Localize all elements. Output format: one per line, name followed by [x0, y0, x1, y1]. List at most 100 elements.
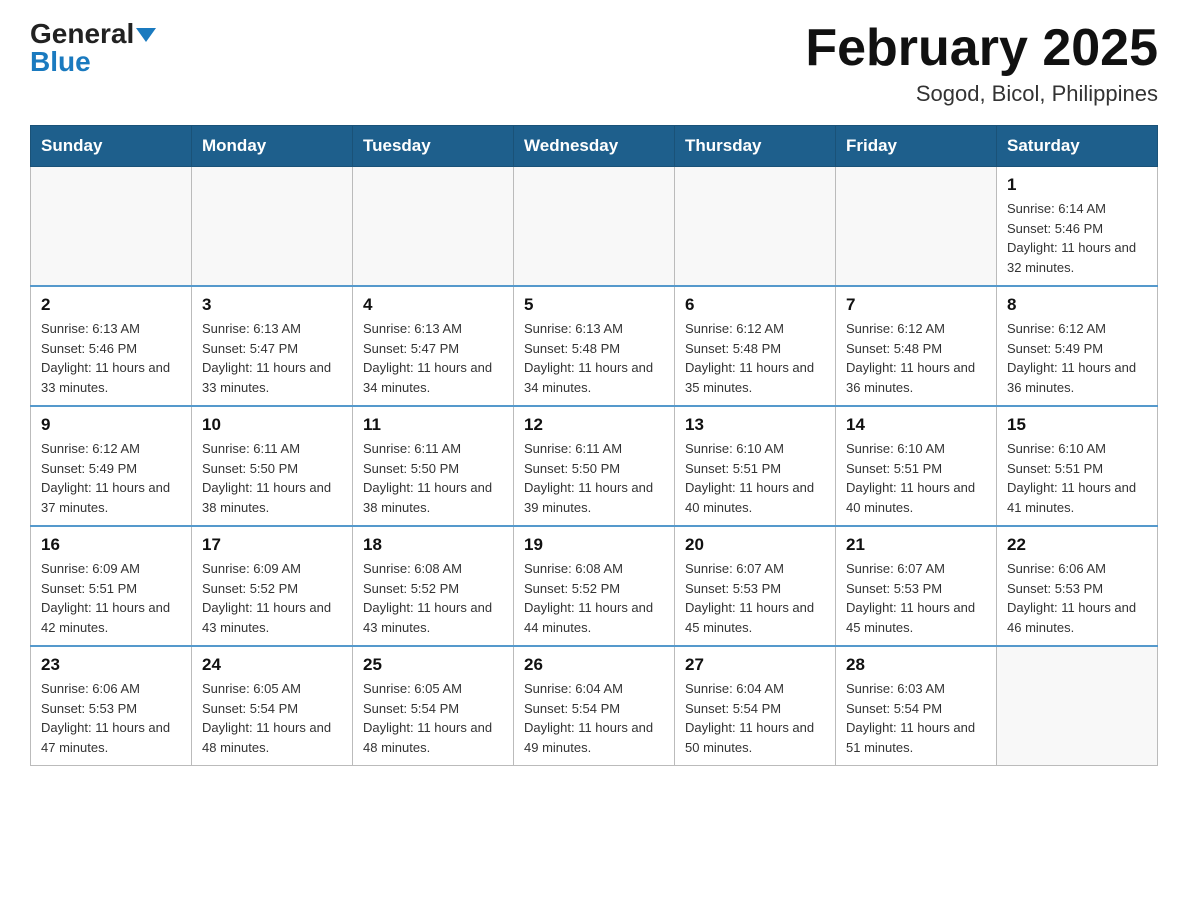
calendar-cell: 1 Sunrise: 6:14 AM Sunset: 5:46 PM Daylig…: [997, 167, 1158, 287]
column-header-thursday: Thursday: [675, 126, 836, 167]
day-info: Sunrise: 6:13 AM Sunset: 5:47 PM Dayligh…: [202, 319, 342, 397]
day-number: 28: [846, 655, 986, 675]
calendar-table: SundayMondayTuesdayWednesdayThursdayFrid…: [30, 125, 1158, 766]
calendar-week-row: 16 Sunrise: 6:09 AM Sunset: 5:51 PM Dayli…: [31, 526, 1158, 646]
calendar-cell: 20 Sunrise: 6:07 AM Sunset: 5:53 PM Dayli…: [675, 526, 836, 646]
calendar-cell: [31, 167, 192, 287]
day-info: Sunrise: 6:04 AM Sunset: 5:54 PM Dayligh…: [524, 679, 664, 757]
day-number: 23: [41, 655, 181, 675]
calendar-cell: 13Sunrise: 6:10 AM Sunset: 5:51 PM Dayli…: [675, 406, 836, 526]
day-info: Sunrise: 6:10 AM Sunset: 5:51 PM Dayligh…: [1007, 439, 1147, 517]
calendar-cell: 23 Sunrise: 6:06 AM Sunset: 5:53 PM Dayli…: [31, 646, 192, 766]
day-number: 27: [685, 655, 825, 675]
calendar-cell: [836, 167, 997, 287]
day-number: 13: [685, 415, 825, 435]
day-number: 21: [846, 535, 986, 555]
calendar-cell: 24 Sunrise: 6:05 AM Sunset: 5:54 PM Dayli…: [192, 646, 353, 766]
calendar-cell: [192, 167, 353, 287]
day-info: Sunrise: 6:06 AM Sunset: 5:53 PM Dayligh…: [41, 679, 181, 757]
day-number: 19: [524, 535, 664, 555]
calendar-cell: 10Sunrise: 6:11 AM Sunset: 5:50 PM Dayli…: [192, 406, 353, 526]
calendar-header-row: SundayMondayTuesdayWednesdayThursdayFrid…: [31, 126, 1158, 167]
day-number: 14: [846, 415, 986, 435]
calendar-cell: 18Sunrise: 6:08 AM Sunset: 5:52 PM Dayli…: [353, 526, 514, 646]
day-info: Sunrise: 6:13 AM Sunset: 5:48 PM Dayligh…: [524, 319, 664, 397]
day-number: 4: [363, 295, 503, 315]
day-number: 12: [524, 415, 664, 435]
day-number: 20: [685, 535, 825, 555]
day-info: Sunrise: 6:11 AM Sunset: 5:50 PM Dayligh…: [524, 439, 664, 517]
day-number: 16: [41, 535, 181, 555]
day-info: Sunrise: 6:13 AM Sunset: 5:46 PM Dayligh…: [41, 319, 181, 397]
day-number: 9: [41, 415, 181, 435]
calendar-cell: 9 Sunrise: 6:12 AM Sunset: 5:49 PM Daylig…: [31, 406, 192, 526]
calendar-cell: 21 Sunrise: 6:07 AM Sunset: 5:53 PM Dayli…: [836, 526, 997, 646]
day-info: Sunrise: 6:11 AM Sunset: 5:50 PM Dayligh…: [363, 439, 503, 517]
calendar-week-row: 1 Sunrise: 6:14 AM Sunset: 5:46 PM Daylig…: [31, 167, 1158, 287]
day-number: 5: [524, 295, 664, 315]
day-number: 6: [685, 295, 825, 315]
day-number: 3: [202, 295, 342, 315]
calendar-cell: 12 Sunrise: 6:11 AM Sunset: 5:50 PM Dayli…: [514, 406, 675, 526]
calendar-cell: 19 Sunrise: 6:08 AM Sunset: 5:52 PM Dayli…: [514, 526, 675, 646]
calendar-cell: 4 Sunrise: 6:13 AM Sunset: 5:47 PM Daylig…: [353, 286, 514, 406]
day-number: 26: [524, 655, 664, 675]
day-number: 25: [363, 655, 503, 675]
day-info: Sunrise: 6:09 AM Sunset: 5:51 PM Dayligh…: [41, 559, 181, 637]
page-header: General Blue February 2025 Sogod, Bicol,…: [30, 20, 1158, 107]
day-info: Sunrise: 6:12 AM Sunset: 5:49 PM Dayligh…: [41, 439, 181, 517]
day-info: Sunrise: 6:11 AM Sunset: 5:50 PM Dayligh…: [202, 439, 342, 517]
day-info: Sunrise: 6:13 AM Sunset: 5:47 PM Dayligh…: [363, 319, 503, 397]
column-header-monday: Monday: [192, 126, 353, 167]
calendar-cell: 6 Sunrise: 6:12 AM Sunset: 5:48 PM Daylig…: [675, 286, 836, 406]
calendar-cell: 3 Sunrise: 6:13 AM Sunset: 5:47 PM Daylig…: [192, 286, 353, 406]
day-info: Sunrise: 6:14 AM Sunset: 5:46 PM Dayligh…: [1007, 199, 1147, 277]
calendar-cell: 28 Sunrise: 6:03 AM Sunset: 5:54 PM Dayli…: [836, 646, 997, 766]
day-number: 8: [1007, 295, 1147, 315]
calendar-cell: 27 Sunrise: 6:04 AM Sunset: 5:54 PM Dayli…: [675, 646, 836, 766]
calendar-cell: 15 Sunrise: 6:10 AM Sunset: 5:51 PM Dayli…: [997, 406, 1158, 526]
day-info: Sunrise: 6:12 AM Sunset: 5:48 PM Dayligh…: [685, 319, 825, 397]
day-info: Sunrise: 6:04 AM Sunset: 5:54 PM Dayligh…: [685, 679, 825, 757]
day-info: Sunrise: 6:08 AM Sunset: 5:52 PM Dayligh…: [524, 559, 664, 637]
calendar-cell: [514, 167, 675, 287]
calendar-cell: 14 Sunrise: 6:10 AM Sunset: 5:51 PM Dayli…: [836, 406, 997, 526]
calendar-cell: 2Sunrise: 6:13 AM Sunset: 5:46 PM Daylig…: [31, 286, 192, 406]
calendar-week-row: 23 Sunrise: 6:06 AM Sunset: 5:53 PM Dayli…: [31, 646, 1158, 766]
calendar-cell: [675, 167, 836, 287]
calendar-title: February 2025: [805, 20, 1158, 77]
calendar-cell: 26 Sunrise: 6:04 AM Sunset: 5:54 PM Dayli…: [514, 646, 675, 766]
column-header-wednesday: Wednesday: [514, 126, 675, 167]
calendar-week-row: 9 Sunrise: 6:12 AM Sunset: 5:49 PM Daylig…: [31, 406, 1158, 526]
day-number: 7: [846, 295, 986, 315]
column-header-friday: Friday: [836, 126, 997, 167]
calendar-cell: [997, 646, 1158, 766]
column-header-tuesday: Tuesday: [353, 126, 514, 167]
day-info: Sunrise: 6:12 AM Sunset: 5:49 PM Dayligh…: [1007, 319, 1147, 397]
day-info: Sunrise: 6:05 AM Sunset: 5:54 PM Dayligh…: [363, 679, 503, 757]
logo-general-text: General: [30, 18, 134, 49]
day-info: Sunrise: 6:07 AM Sunset: 5:53 PM Dayligh…: [685, 559, 825, 637]
day-number: 18: [363, 535, 503, 555]
day-info: Sunrise: 6:09 AM Sunset: 5:52 PM Dayligh…: [202, 559, 342, 637]
day-number: 24: [202, 655, 342, 675]
logo: General Blue: [30, 20, 156, 76]
day-info: Sunrise: 6:05 AM Sunset: 5:54 PM Dayligh…: [202, 679, 342, 757]
calendar-cell: 7 Sunrise: 6:12 AM Sunset: 5:48 PM Daylig…: [836, 286, 997, 406]
calendar-title-area: February 2025 Sogod, Bicol, Philippines: [805, 20, 1158, 107]
day-info: Sunrise: 6:12 AM Sunset: 5:48 PM Dayligh…: [846, 319, 986, 397]
calendar-week-row: 2Sunrise: 6:13 AM Sunset: 5:46 PM Daylig…: [31, 286, 1158, 406]
calendar-cell: 25 Sunrise: 6:05 AM Sunset: 5:54 PM Dayli…: [353, 646, 514, 766]
calendar-cell: 22Sunrise: 6:06 AM Sunset: 5:53 PM Dayli…: [997, 526, 1158, 646]
day-number: 22: [1007, 535, 1147, 555]
day-info: Sunrise: 6:10 AM Sunset: 5:51 PM Dayligh…: [846, 439, 986, 517]
logo-blue-text: Blue: [30, 46, 91, 77]
calendar-cell: 17Sunrise: 6:09 AM Sunset: 5:52 PM Dayli…: [192, 526, 353, 646]
day-number: 11: [363, 415, 503, 435]
day-number: 15: [1007, 415, 1147, 435]
calendar-cell: 16 Sunrise: 6:09 AM Sunset: 5:51 PM Dayli…: [31, 526, 192, 646]
day-info: Sunrise: 6:03 AM Sunset: 5:54 PM Dayligh…: [846, 679, 986, 757]
day-number: 1: [1007, 175, 1147, 195]
calendar-cell: 11 Sunrise: 6:11 AM Sunset: 5:50 PM Dayli…: [353, 406, 514, 526]
day-info: Sunrise: 6:07 AM Sunset: 5:53 PM Dayligh…: [846, 559, 986, 637]
